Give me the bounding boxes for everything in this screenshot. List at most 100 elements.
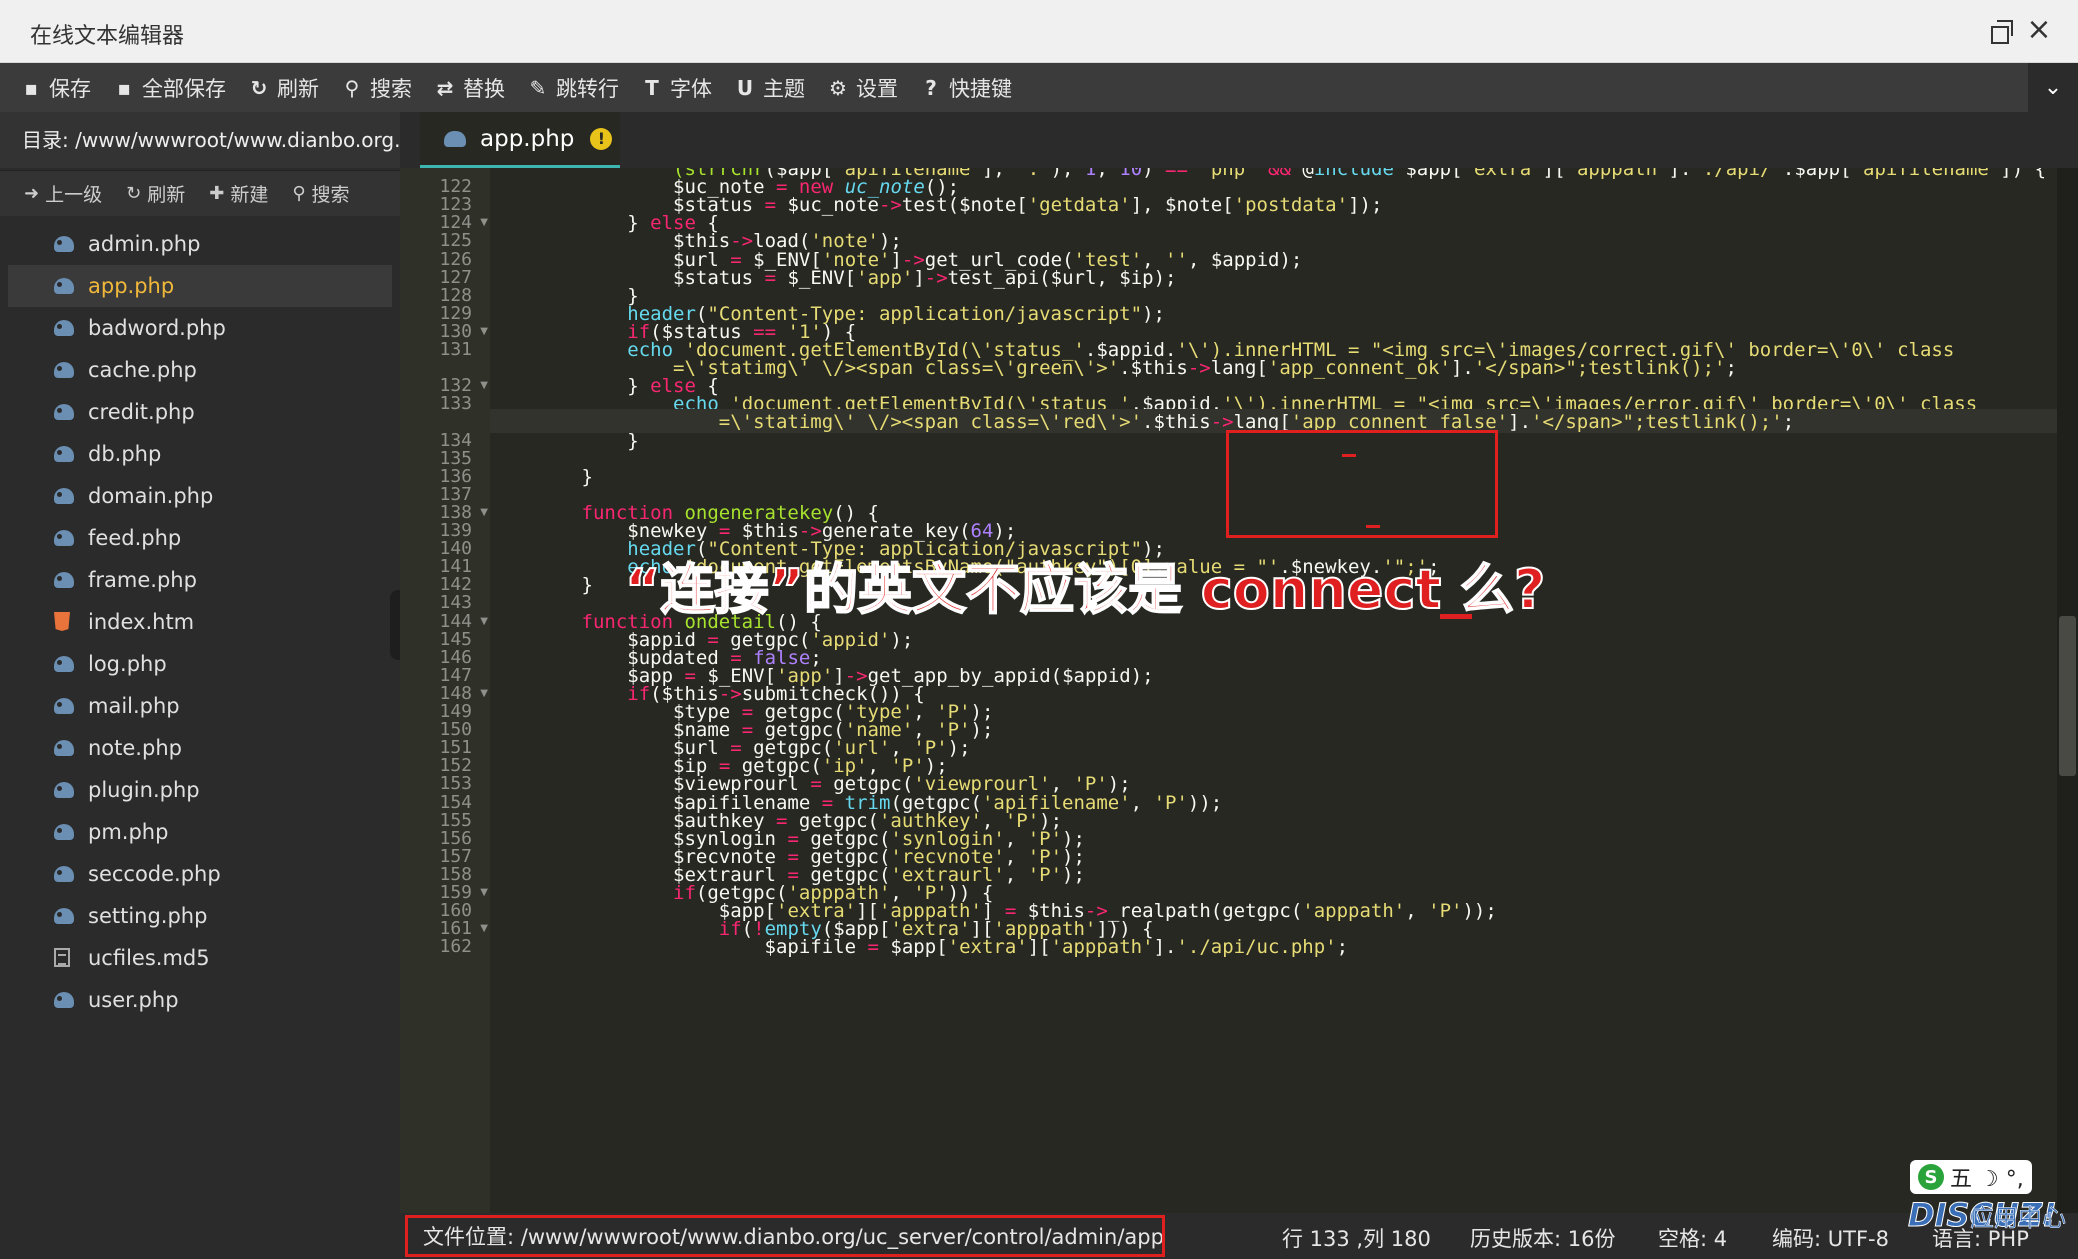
toolbar-button-2[interactable]: ↻ 刷新 [248, 63, 341, 112]
annotation-underline-mark [1440, 614, 1472, 619]
fold-toggle-icon[interactable]: ▼ [480, 688, 488, 699]
file-item[interactable]: pm.php [8, 811, 392, 853]
file-item[interactable]: credit.php [8, 391, 392, 433]
toolbar-button-5[interactable]: ✎ 跳转行 [527, 63, 641, 112]
sidebar-action-icon: ⚲ [292, 183, 306, 204]
file-item[interactable]: mail.php [8, 685, 392, 727]
history-versions[interactable]: 历史版本: 16份 [1470, 1223, 1615, 1253]
file-location: 文件位置: /www/wwwroot/www.dianbo.org/uc_ser… [405, 1215, 1165, 1257]
code-content[interactable]: (strrchr($app['apifilename'], '.'), 1, 1… [490, 168, 2057, 1213]
replace-icon: ⇄ [436, 75, 454, 100]
file-item[interactable]: ucfiles.md5 [8, 937, 392, 979]
file-item[interactable]: app.php [8, 265, 392, 307]
window-title: 在线文本编辑器 [30, 24, 185, 49]
annotation-highlight-box [1226, 430, 1498, 538]
close-window-icon[interactable]: × [2026, 15, 2052, 45]
sidebar-action-label: 搜索 [311, 184, 350, 206]
parent-dir-button[interactable]: ➜ 上一级 [24, 180, 102, 207]
toolbar-collapse-chevron-icon[interactable]: ⌄ [2028, 63, 2078, 112]
code-line: } [490, 429, 639, 452]
toolbar-button-0[interactable]: ▪ 保存 [20, 63, 113, 112]
toolbar-button-label: 全部保存 [142, 76, 226, 101]
file-item[interactable]: badword.php [8, 307, 392, 349]
ime-logo-icon: S [1918, 1164, 1944, 1190]
html-file-icon [54, 612, 70, 631]
tab-app-php[interactable]: app.php ! [420, 112, 620, 168]
refresh-icon: ↻ [250, 75, 268, 100]
file-item[interactable]: domain.php [8, 475, 392, 517]
file-name: cache.php [88, 358, 197, 382]
file-name: seccode.php [88, 862, 221, 886]
file-item[interactable]: log.php [8, 643, 392, 685]
pin-icon: ✎ [529, 75, 547, 100]
file-item[interactable]: admin.php [8, 223, 392, 265]
sidebar-action-label: 新建 [230, 184, 269, 206]
line-number-gutter: 122 123 124 ▼ 125 126 127 128 129 130 ▼ 131 132 ▼ 133 1… [400, 168, 490, 1213]
sidebar-action-label: 刷新 [147, 184, 186, 206]
search-icon: ⚲ [344, 75, 360, 100]
search-button[interactable]: ⚲ 搜索 [292, 180, 349, 207]
toolbar-button-9[interactable]: ? 快捷键 [920, 63, 1034, 112]
file-name: credit.php [88, 400, 195, 424]
fold-toggle-icon[interactable]: ▼ [480, 507, 488, 518]
file-item[interactable]: note.php [8, 727, 392, 769]
file-name: log.php [88, 652, 167, 676]
toolbar-button-4[interactable]: ⇄ 替换 [434, 63, 527, 112]
toolbar-button-3[interactable]: ⚲ 搜索 [341, 63, 434, 112]
file-item[interactable]: cache.php [8, 349, 392, 391]
file-item[interactable]: index.htm [8, 601, 392, 643]
cursor-position[interactable]: 行 133 ,列 180 [1282, 1223, 1431, 1253]
new-file-button[interactable]: ✚ 新建 [209, 180, 268, 207]
fold-toggle-icon[interactable]: ▼ [480, 616, 488, 627]
php-file-icon [54, 824, 74, 840]
toolbar-button-label: 搜索 [370, 76, 412, 101]
file-name: frame.php [88, 568, 197, 592]
unsaved-warning-icon: ! [590, 127, 613, 150]
ime-indicator: S 五 ☽ °, [1910, 1160, 2032, 1194]
toolbar-button-label: 刷新 [277, 76, 319, 101]
file-name: user.php [88, 988, 179, 1012]
sidebar-action-icon: ➜ [24, 183, 40, 204]
file-name: feed.php [88, 526, 182, 550]
code-editor[interactable]: 122 123 124 ▼ 125 126 127 128 129 130 ▼ 131 132 ▼ 133 1… [400, 168, 2057, 1213]
vertical-scrollbar[interactable] [2057, 168, 2078, 1213]
file-item[interactable]: user.php [8, 979, 392, 1021]
file-item[interactable]: plugin.php [8, 769, 392, 811]
refresh-button[interactable]: ↻ 刷新 [126, 180, 185, 207]
annotation-underline-mark [1366, 525, 1380, 528]
file-item[interactable]: db.php [8, 433, 392, 475]
fold-toggle-icon[interactable]: ▼ [480, 326, 488, 337]
save-icon: ▪ [24, 75, 38, 100]
file-name: ucfiles.md5 [88, 946, 210, 970]
file-name: setting.php [88, 904, 208, 928]
toolbar-button-label: 跳转行 [556, 76, 619, 101]
file-item[interactable]: frame.php [8, 559, 392, 601]
php-file-icon [54, 782, 74, 798]
php-file-icon [54, 908, 74, 924]
annotation-text: “连接”的英文不应该是 connect 么? [624, 557, 1546, 622]
sidebar-action-label: 上一级 [45, 184, 103, 206]
file-name: pm.php [88, 820, 169, 844]
indent-spaces[interactable]: 空格: 4 [1658, 1223, 1727, 1253]
file-item[interactable]: feed.php [8, 517, 392, 559]
file-item[interactable]: seccode.php [8, 853, 392, 895]
toolbar-button-label: 快捷键 [949, 76, 1012, 101]
restore-window-icon[interactable] [1988, 18, 2014, 44]
tab-label: app.php [480, 125, 575, 152]
fold-toggle-icon[interactable]: ▼ [480, 887, 488, 898]
toolbar-button-7[interactable]: U 主题 [734, 63, 827, 112]
line-number: 131 [439, 339, 472, 360]
sidebar-actions: ➜ 上一级 ↻ 刷新 ✚ 新建 ⚲ 搜索 [0, 170, 400, 216]
fold-toggle-icon[interactable]: ▼ [480, 923, 488, 934]
directory-path: 目录: /www/wwwroot/www.dianbo.org... [0, 112, 400, 168]
fold-toggle-icon[interactable]: ▼ [480, 380, 488, 391]
toolbar-button-1[interactable]: ▪ 全部保存 [113, 63, 248, 112]
title-bar: 在线文本编辑器 × [0, 0, 2078, 63]
php-file-icon [54, 488, 74, 504]
file-item[interactable]: setting.php [8, 895, 392, 937]
scrollbar-thumb[interactable] [2059, 616, 2076, 776]
toolbar-button-8[interactable]: ⚙ 设置 [827, 63, 920, 112]
php-file-icon [54, 236, 74, 252]
fold-toggle-icon[interactable]: ▼ [480, 217, 488, 228]
toolbar-button-6[interactable]: T 字体 [641, 63, 734, 112]
